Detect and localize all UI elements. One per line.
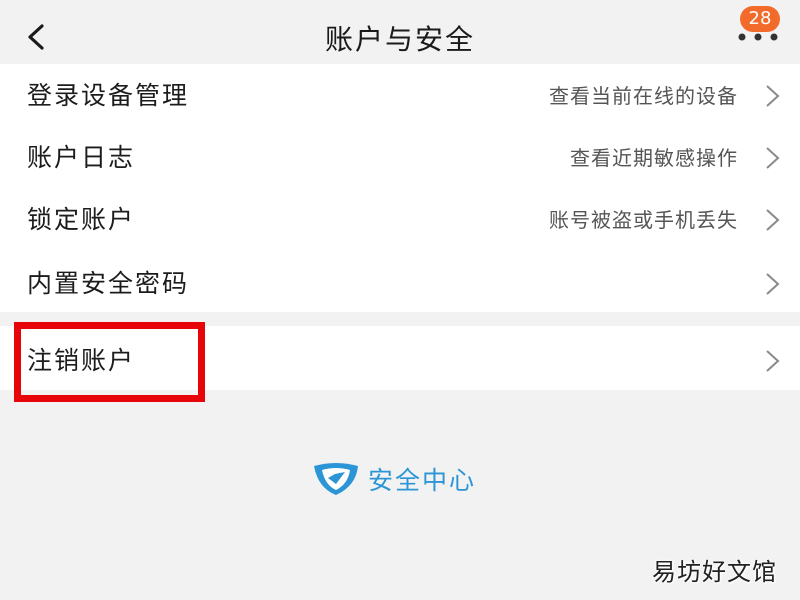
more-dots-icon[interactable] [736,30,780,44]
settings-item-lock-account[interactable]: 锁定账户 账号被盗或手机丢失 [0,188,800,250]
security-center-label: 安全中心 [368,466,477,495]
settings-item-hint: 账号被盗或手机丢失 [549,208,738,232]
settings-item-label: 登录设备管理 [27,81,190,110]
chevron-right-icon [766,85,780,107]
settings-item-label: 账户日志 [27,143,136,172]
chevron-right-icon [766,209,780,231]
chevron-right-icon [766,147,780,169]
watermark-text: 易坊好文馆 [652,558,777,586]
chevron-right-icon [766,350,780,372]
settings-item-account-log[interactable]: 账户日志 查看近期敏感操作 [0,126,800,188]
settings-item-hint: 查看当前在线的设备 [549,84,738,108]
chevron-right-icon [766,273,780,295]
settings-item-label: 内置安全密码 [27,269,190,298]
settings-group-security: 登录设备管理 查看当前在线的设备 账户日志 查看近期敏感操作 锁定账户 账号被盗… [0,64,800,312]
settings-item-device-management[interactable]: 登录设备管理 查看当前在线的设备 [0,64,800,126]
notification-badge: 28 [740,6,780,32]
shield-icon [314,463,358,495]
settings-item-label: 锁定账户 [27,205,136,234]
security-center-logo: 安全中心 [312,458,488,498]
page-title: 账户与安全 [324,23,475,56]
header-bar: 账户与安全 28 [0,0,800,64]
annotation-highlight-box [14,322,205,402]
settings-item-security-password[interactable]: 内置安全密码 [0,252,800,314]
settings-item-hint: 查看近期敏感操作 [570,146,738,170]
